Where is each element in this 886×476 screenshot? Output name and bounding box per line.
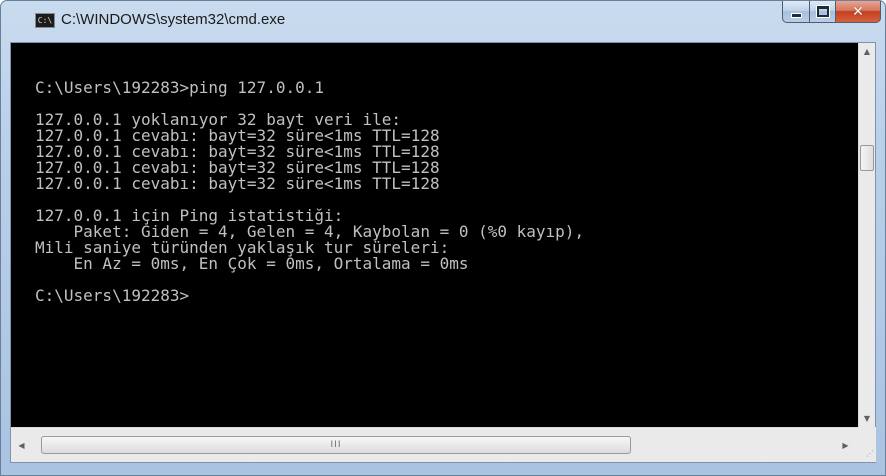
maximize-icon bbox=[815, 5, 830, 18]
console-output[interactable]: C:\Users\192283>ping 127.0.0.1 127.0.0.1… bbox=[11, 43, 859, 427]
horizontal-scroll-thumb[interactable]: III bbox=[41, 436, 631, 454]
close-icon: ✕ bbox=[852, 3, 864, 20]
chevron-up-icon: ▲ bbox=[863, 47, 871, 56]
cmd-app-icon[interactable]: C:\ bbox=[35, 13, 55, 28]
title-bar[interactable]: C:\ C:\WINDOWS\system32\cmd.exe ✕ bbox=[1, 1, 885, 41]
vertical-scrollbar[interactable]: ▲ ▼ bbox=[858, 43, 875, 427]
vertical-scroll-thumb[interactable] bbox=[860, 145, 874, 171]
console-line: C:\Users\192283> bbox=[35, 286, 190, 305]
chevron-right-icon: ▶ bbox=[842, 440, 849, 450]
scroll-right-button[interactable]: ▶ bbox=[837, 428, 854, 462]
scroll-left-button[interactable]: ◀ bbox=[13, 428, 30, 462]
console-line: C:\Users\192283>ping 127.0.0.1 bbox=[35, 78, 324, 97]
minimize-icon bbox=[790, 12, 802, 18]
scroll-down-button[interactable]: ▼ bbox=[859, 410, 875, 427]
maximize-button[interactable] bbox=[809, 1, 835, 23]
horizontal-scrollbar[interactable]: ◀ III ▶ bbox=[11, 427, 859, 462]
minimize-button[interactable] bbox=[782, 1, 809, 23]
cmd-window: C:\ C:\WINDOWS\system32\cmd.exe ✕ C:\Use… bbox=[0, 0, 886, 476]
resize-grip-icon[interactable]: ⋰ bbox=[866, 450, 874, 458]
console-frame: C:\Users\192283>ping 127.0.0.1 127.0.0.1… bbox=[10, 42, 876, 463]
console-line: 127.0.0.1 cevabı: bayt=32 süre<1ms TTL=1… bbox=[35, 174, 440, 193]
console-line: En Az = 0ms, En Çok = 0ms, Ortalama = 0m… bbox=[35, 254, 469, 273]
chevron-down-icon: ▼ bbox=[863, 414, 871, 423]
scroll-up-button[interactable]: ▲ bbox=[859, 43, 875, 60]
scrollbar-corner: ⋰ bbox=[859, 427, 876, 462]
chevron-left-icon: ◀ bbox=[18, 440, 25, 450]
caption-buttons: ✕ bbox=[782, 1, 881, 23]
grip-icon: III bbox=[330, 440, 342, 450]
window-title: C:\WINDOWS\system32\cmd.exe bbox=[61, 11, 286, 28]
close-button[interactable]: ✕ bbox=[835, 1, 881, 23]
